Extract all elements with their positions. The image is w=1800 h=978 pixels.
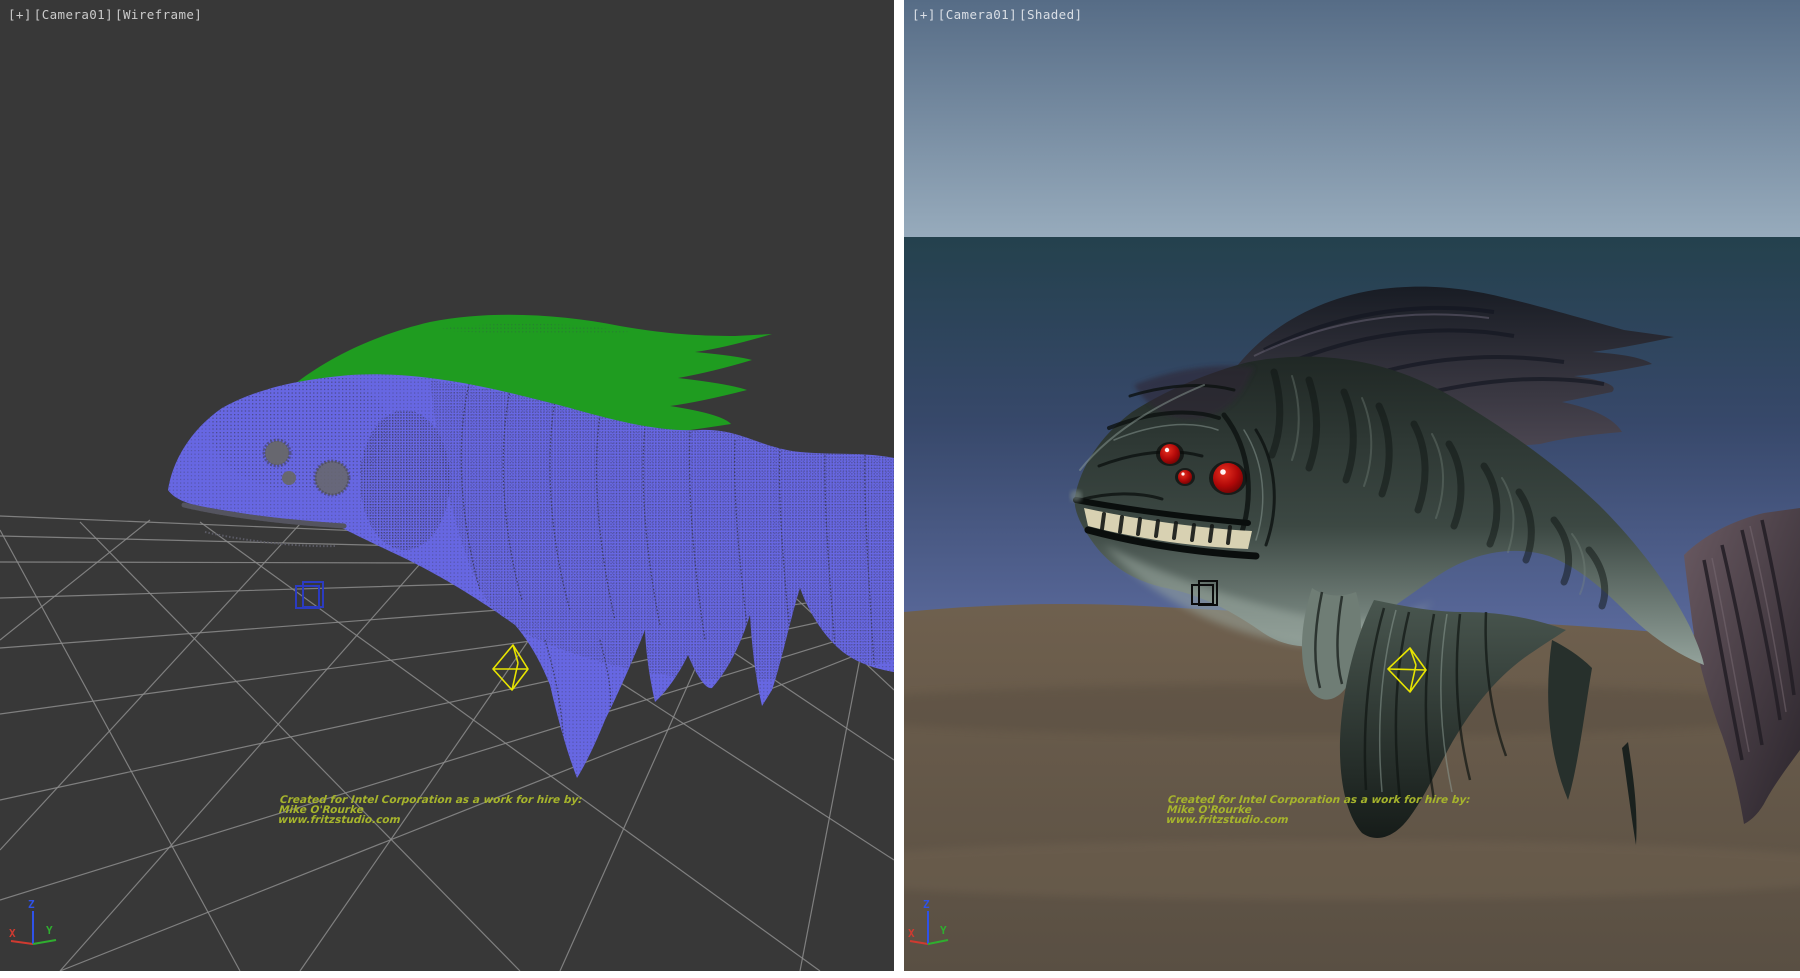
axis-x-label: X — [908, 927, 915, 940]
red-eye-upper — [1160, 444, 1180, 464]
viewport-menu-pov[interactable]: [Camera01] — [938, 7, 1017, 22]
axis-tripod: X Z Y — [9, 898, 56, 944]
viewport-wireframe[interactable]: X Z Y [+][Camera01][Wireframe] Created f… — [0, 0, 894, 971]
red-eye-small — [1178, 470, 1192, 484]
axis-z-label: Z — [28, 898, 35, 911]
sky — [904, 0, 1800, 237]
shaded-scene[interactable]: X Z Y — [904, 0, 1800, 971]
watermark-line3: www.fritzstudio.com — [1166, 815, 1469, 825]
wireframe-scene[interactable]: X Z Y — [0, 0, 894, 971]
viewport-menu-shading[interactable]: [Shaded] — [1019, 7, 1082, 22]
viewport-label-left: [+][Camera01][Wireframe] — [8, 7, 204, 22]
viewport-label-right: [+][Camera01][Shaded] — [912, 7, 1084, 22]
viewport-menu-general[interactable]: [+] — [912, 7, 936, 22]
viewport-menu-general[interactable]: [+] — [8, 7, 32, 22]
watermark-text: Created for Intel Corporation as a work … — [1166, 795, 1471, 825]
watermark-line3: www.fritzstudio.com — [278, 815, 581, 825]
axis-y-label: Y — [940, 924, 947, 937]
viewport-menu-shading[interactable]: [Wireframe] — [115, 7, 202, 22]
red-eye-large — [1213, 463, 1243, 493]
axis-x-label: X — [9, 927, 16, 940]
dual-viewport-canvas: X Z Y [+][Camera01][Wireframe] Created f… — [0, 0, 1800, 978]
axis-y-label: Y — [46, 924, 53, 937]
viewport-divider[interactable] — [894, 0, 904, 971]
fish-body-wireframe[interactable] — [168, 370, 894, 778]
viewport-shaded[interactable]: X Z Y [+][Camera01][Shaded] Created for … — [904, 0, 1800, 971]
viewport-menu-pov[interactable]: [Camera01] — [34, 7, 113, 22]
axis-z-label: Z — [923, 898, 930, 911]
bottom-border — [0, 971, 1800, 978]
watermark-text: Created for Intel Corporation as a work … — [278, 795, 583, 825]
